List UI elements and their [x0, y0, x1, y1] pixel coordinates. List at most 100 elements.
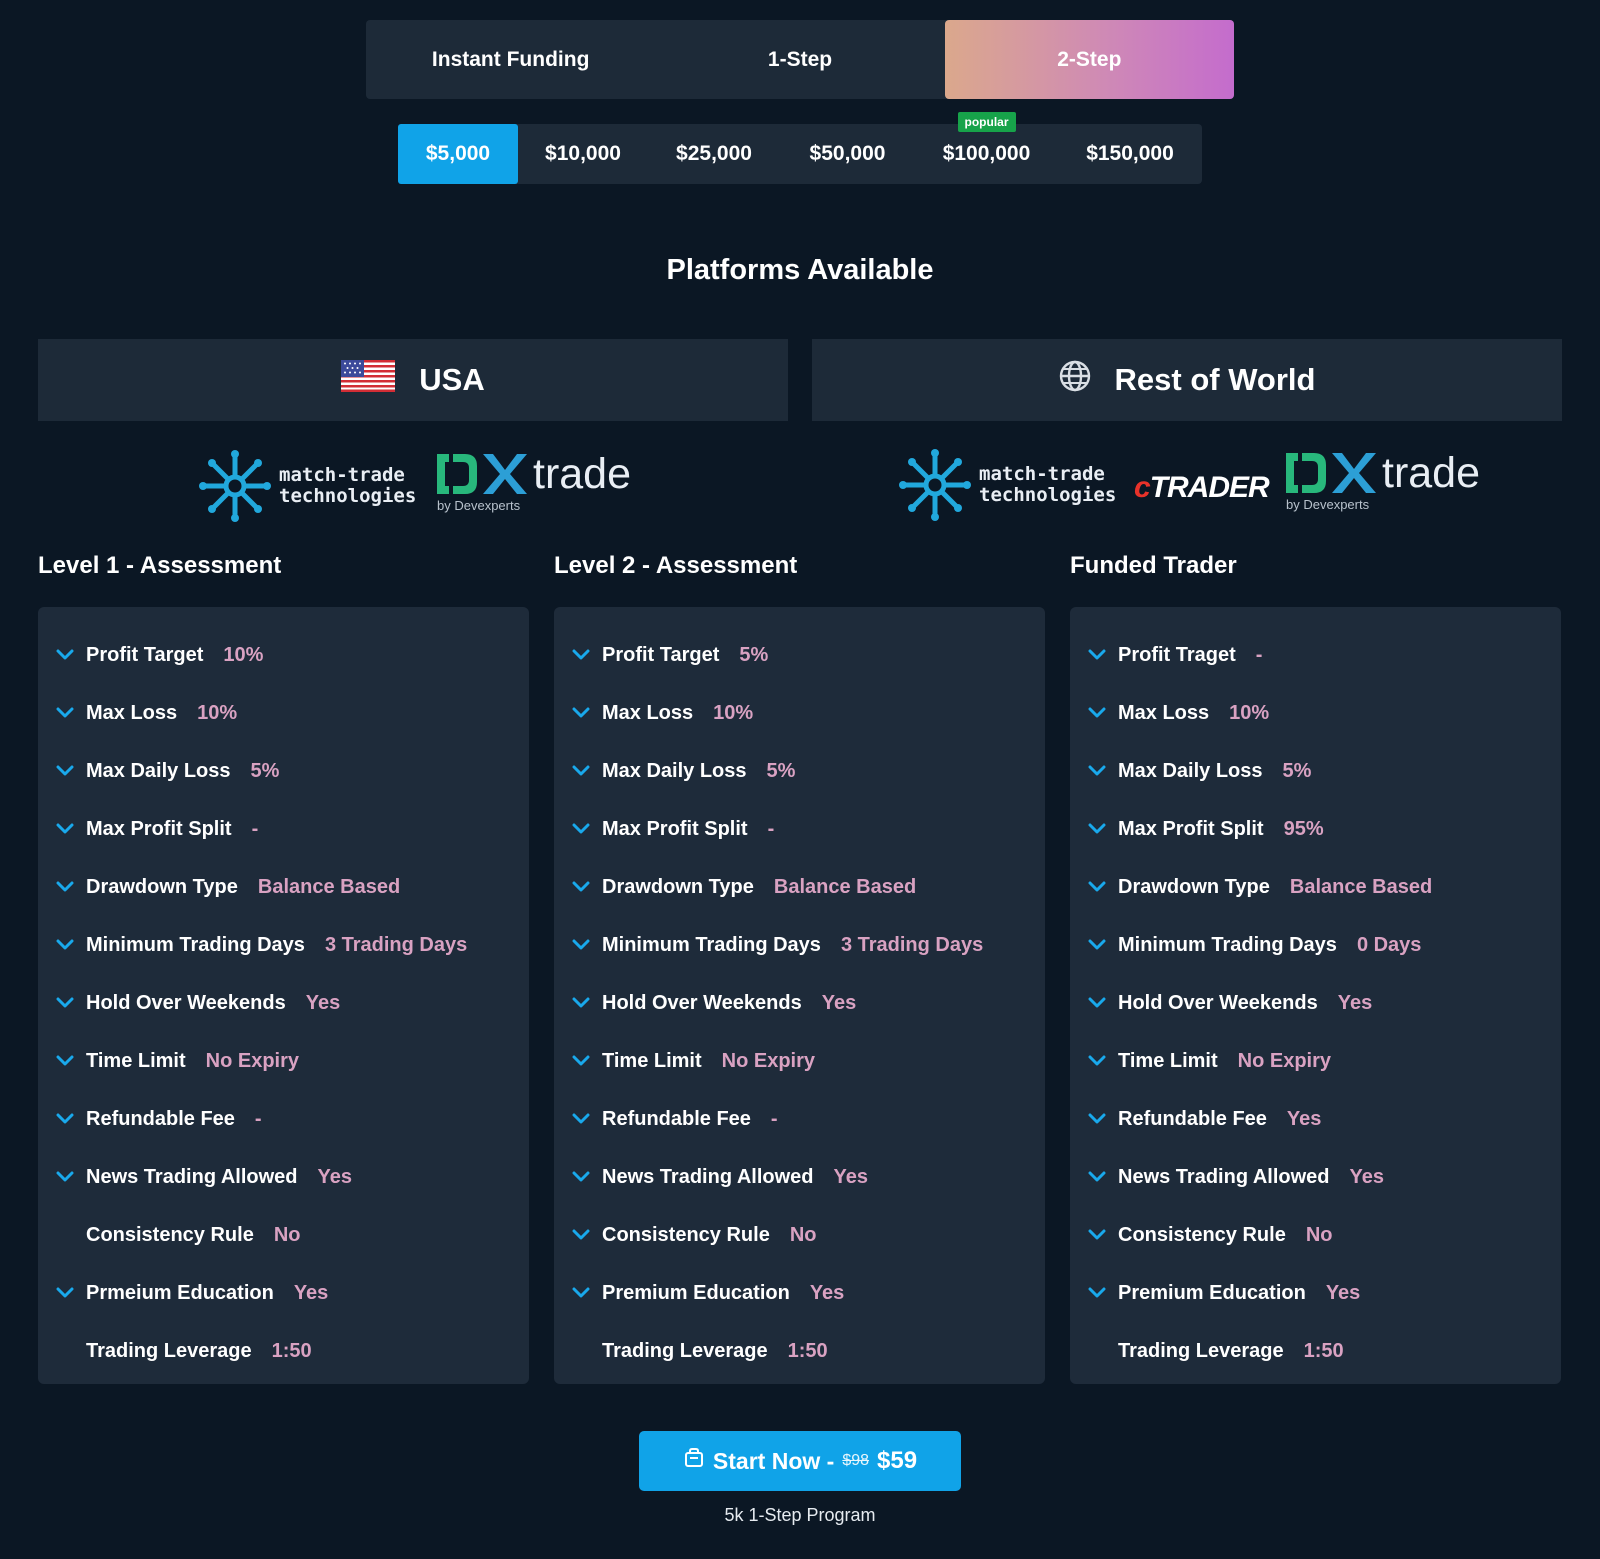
spec-value: Yes	[293, 1281, 329, 1304]
spec-row[interactable]: Max Loss 10%	[554, 698, 753, 728]
spec-row[interactable]: Minimum Trading Days 0 Days	[1070, 930, 1421, 960]
spec-value: -	[770, 1107, 778, 1130]
spec-label: Consistency Rule	[1118, 1223, 1286, 1246]
spec-value: Yes	[1349, 1165, 1384, 1188]
spec-row[interactable]: Minimum Trading Days 3 Trading Days	[38, 930, 467, 960]
chevron-down-icon	[554, 814, 602, 844]
chevron-down-icon	[38, 1162, 86, 1192]
size-tab-50000[interactable]: $50,000	[780, 124, 915, 184]
chevron-down-icon	[554, 640, 602, 670]
spec-row[interactable]: Time Limit No Expiry	[1070, 1046, 1331, 1076]
spec-value: 10%	[197, 701, 238, 724]
spec-value: Yes	[1286, 1107, 1322, 1130]
spec-row[interactable]: Minimum Trading Days 3 Trading Days	[554, 930, 983, 960]
spec-row[interactable]: Prmeium Education Yes	[38, 1278, 328, 1308]
spec-row[interactable]: Max Loss 10%	[38, 698, 237, 728]
spec-row[interactable]: Max Daily Loss 5%	[38, 756, 279, 786]
spec-row[interactable]: Refundable Fee -	[38, 1104, 262, 1134]
spec-label: Hold Over Weekends	[602, 991, 802, 1014]
size-tab-100000[interactable]: popular $100,000	[915, 112, 1058, 184]
spec-row[interactable]: News Trading Allowed Yes	[554, 1162, 868, 1192]
spec-row[interactable]: Premium Education Yes	[554, 1278, 844, 1308]
start-now-button[interactable]: Start Now - $98 $59	[639, 1431, 961, 1491]
column-title: Level 1 - Assessment	[38, 552, 282, 579]
spec-value: No	[273, 1223, 301, 1246]
new-price: $59	[877, 1447, 918, 1474]
chevron-down-icon	[554, 872, 602, 902]
region-usa[interactable]: USA	[38, 339, 788, 421]
spec-row[interactable]: Drawdown Type Balance Based	[38, 872, 400, 902]
dx-icon	[437, 454, 527, 494]
spec-value: Yes	[317, 1165, 352, 1188]
funded-trader-card: Profit Traget - Max Loss 10% Max Daily Loss 5…	[1070, 607, 1561, 1384]
spec-label: Max Profit Split	[1118, 817, 1264, 840]
size-tab-5000[interactable]: $5,000	[398, 124, 518, 184]
spec-row[interactable]: Hold Over Weekends Yes	[554, 988, 856, 1018]
spec-row[interactable]: Max Profit Split -	[38, 814, 258, 844]
spec-row: Trading Leverage 1:50	[554, 1336, 828, 1366]
spec-row[interactable]: Drawdown Type Balance Based	[1070, 872, 1432, 902]
tab-instant-funding[interactable]: Instant Funding	[366, 20, 655, 99]
spec-row[interactable]: Consistency Rule No	[554, 1220, 817, 1250]
spec-row[interactable]: News Trading Allowed Yes	[1070, 1162, 1384, 1192]
spec-row[interactable]: Refundable Fee Yes	[1070, 1104, 1321, 1134]
ctrader-logo: cTRADER	[1134, 471, 1270, 505]
region-label: USA	[419, 362, 485, 397]
chevron-down-icon	[38, 1046, 86, 1076]
size-tab-150000[interactable]: $150,000	[1058, 124, 1202, 184]
logo-text: by Devexperts	[1286, 497, 1370, 512]
level-2-card: Profit Target 5% Max Loss 10% Max Daily Loss…	[554, 607, 1045, 1384]
program-tabs: Instant Funding 1-Step 2-Step	[366, 20, 1234, 99]
spec-row[interactable]: Profit Target 10%	[38, 640, 263, 670]
spec-row[interactable]: Max Daily Loss 5%	[1070, 756, 1311, 786]
spec-row[interactable]: Time Limit No Expiry	[554, 1046, 815, 1076]
spec-value: No Expiry	[205, 1049, 300, 1072]
spec-label: Max Daily Loss	[1118, 759, 1263, 782]
spec-label: Drawdown Type	[86, 875, 238, 898]
spec-row[interactable]: Max Profit Split -	[554, 814, 774, 844]
spec-label: Hold Over Weekends	[86, 991, 286, 1014]
spec-row[interactable]: Profit Traget -	[1070, 640, 1262, 670]
spec-row[interactable]: Profit Target 5%	[554, 640, 768, 670]
cta-label: Start Now -	[712, 1447, 835, 1474]
spec-row[interactable]: Premium Education Yes	[1070, 1278, 1360, 1308]
spec-label: News Trading Allowed	[602, 1165, 814, 1188]
spec-row[interactable]: Drawdown Type Balance Based	[554, 872, 916, 902]
spec-row[interactable]: Consistency Rule No	[1070, 1220, 1333, 1250]
chevron-down-icon	[38, 872, 86, 902]
spec-label: Minimum Trading Days	[86, 933, 305, 956]
spec-row[interactable]: News Trading Allowed Yes	[38, 1162, 352, 1192]
size-tab-25000[interactable]: $25,000	[648, 124, 780, 184]
chevron-down-icon	[1070, 872, 1118, 902]
spec-value: Balance Based	[257, 875, 401, 898]
chevron-down-icon	[1070, 814, 1118, 844]
spec-row[interactable]: Time Limit No Expiry	[38, 1046, 299, 1076]
spec-value: No Expiry	[1237, 1049, 1332, 1072]
spec-value: Yes	[833, 1165, 868, 1188]
chevron-down-icon	[1070, 640, 1118, 670]
spec-row[interactable]: Hold Over Weekends Yes	[38, 988, 340, 1018]
spec-label: Time Limit	[86, 1049, 186, 1072]
chevron-down-icon	[38, 988, 86, 1018]
spec-label: Max Loss	[86, 701, 178, 724]
spec-value: -	[1255, 643, 1263, 666]
region-rest-of-world[interactable]: Rest of World	[812, 339, 1562, 421]
spec-row[interactable]: Refundable Fee -	[554, 1104, 778, 1134]
spec-label: Profit Traget	[1118, 643, 1236, 666]
chevron-down-icon	[1070, 756, 1118, 786]
chevron-down-icon	[1070, 930, 1118, 960]
spec-row[interactable]: Max Loss 10%	[1070, 698, 1269, 728]
spec-row[interactable]: Hold Over Weekends Yes	[1070, 988, 1372, 1018]
size-label: $100,000	[942, 142, 1031, 165]
spec-row[interactable]: Max Daily Loss 5%	[554, 756, 795, 786]
spec-row: Consistency Rule No	[38, 1220, 301, 1250]
size-tab-10000[interactable]: $10,000	[518, 124, 648, 184]
spec-value: -	[251, 817, 259, 840]
spec-value: Balance Based	[773, 875, 917, 898]
chevron-down-icon	[554, 930, 602, 960]
tab-2-step[interactable]: 2-Step	[944, 20, 1234, 99]
spec-value: Yes	[305, 991, 341, 1014]
tab-1-step[interactable]: 1-Step	[655, 20, 944, 99]
match-trade-logo: match-trade technologies	[897, 447, 1116, 523]
spec-row[interactable]: Max Profit Split 95%	[1070, 814, 1324, 844]
